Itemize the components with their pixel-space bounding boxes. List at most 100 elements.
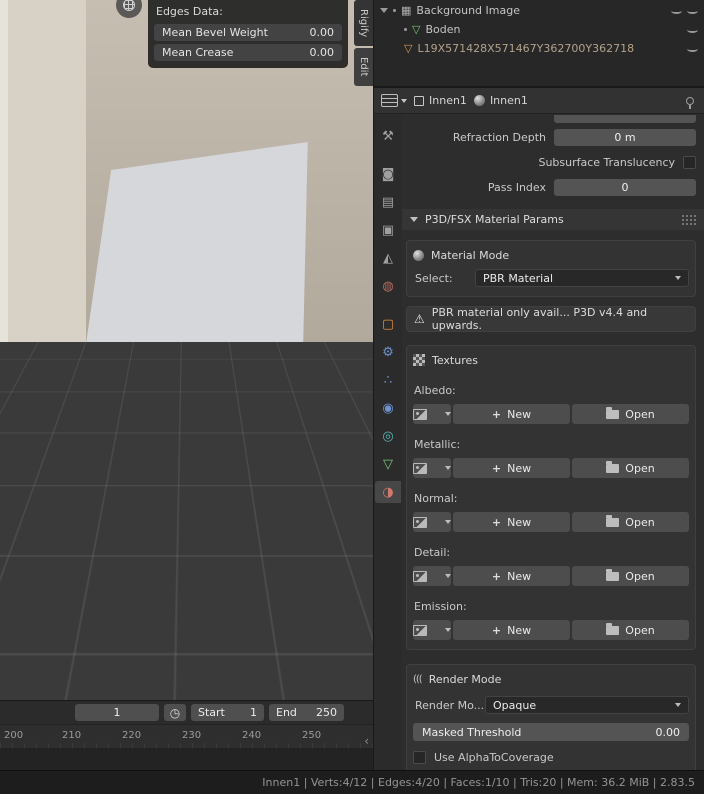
frame-start-field[interactable]: Start 1 xyxy=(191,704,264,721)
hide-in-viewport-icon[interactable] xyxy=(671,8,682,14)
normal-browse-button[interactable] xyxy=(413,512,451,532)
outliner-item-label[interactable]: Background Image xyxy=(416,4,520,17)
viewport-wall-edge xyxy=(0,0,8,342)
material-mode-header: Material Mode xyxy=(413,245,689,265)
alpha-to-coverage-checkbox[interactable] xyxy=(413,751,426,764)
tab-modifiers[interactable]: ⚙ xyxy=(375,341,401,363)
hide-in-viewport-icon[interactable] xyxy=(687,46,698,52)
tab-tool[interactable]: ⚒ xyxy=(375,125,401,147)
detail-new-button[interactable]: + New xyxy=(453,566,570,586)
detail-browse-button[interactable] xyxy=(413,566,451,586)
status-bar: Innen1 | Verts:4/12 | Edges:4/20 | Faces… xyxy=(0,770,704,794)
p3d-panel-header[interactable]: P3D/FSX Material Params xyxy=(402,209,704,230)
metallic-label: Metallic: xyxy=(414,438,461,451)
tab-scene[interactable]: ◭ xyxy=(375,247,401,269)
timeline-header: 1 ◷ Start 1 End 250 xyxy=(0,701,373,724)
timeline-track-area[interactable] xyxy=(0,748,373,770)
disclosure-triangle-icon[interactable] xyxy=(380,8,388,13)
masked-threshold-slider[interactable]: Masked Threshold 0.00 xyxy=(413,723,689,741)
collapse-region-icon[interactable]: ‹ xyxy=(364,734,369,748)
normal-open-button[interactable]: Open xyxy=(572,512,689,532)
breadcrumb-object[interactable]: Innen1 xyxy=(414,94,467,107)
folder-icon xyxy=(606,460,620,473)
outliner-item-label[interactable]: L19X571428X571467Y362700Y362718 xyxy=(417,42,634,55)
emission-browse-button[interactable] xyxy=(413,620,451,640)
outliner-row-boden[interactable]: ▽ Boden xyxy=(374,20,704,39)
editor-type-button[interactable] xyxy=(381,94,407,107)
timeline-ruler[interactable]: 200 210 220 230 240 250 xyxy=(0,724,373,748)
panel-grip-icon[interactable] xyxy=(681,214,696,225)
albedo-browse-button[interactable] xyxy=(413,404,451,424)
render-mode-box: ((( Render Mode Render Mo... Opaque Mask… xyxy=(406,664,696,770)
normal-new-button[interactable]: + New xyxy=(453,512,570,532)
render-mode-dropdown[interactable]: Opaque xyxy=(485,696,689,714)
new-button-label: New xyxy=(507,515,532,529)
mean-crease-field[interactable]: Mean Crease 0.00 xyxy=(154,44,342,61)
metallic-browse-button[interactable] xyxy=(413,458,451,478)
material-mode-dropdown[interactable]: PBR Material xyxy=(475,269,689,287)
tab-constraints[interactable]: ◎ xyxy=(375,425,401,447)
timeline-editor[interactable]: 1 ◷ Start 1 End 250 200 210 220 230 240 … xyxy=(0,700,373,770)
outliner[interactable]: ▦ Background Image ▽ Boden ▽ L19X571428X… xyxy=(374,0,704,88)
pass-index-row: Pass Index 0 xyxy=(406,179,696,196)
frame-end-label: End xyxy=(276,706,297,719)
frame-start-value: 1 xyxy=(250,706,257,719)
sidebar-tab-rigify[interactable]: Rigify xyxy=(354,0,373,47)
plus-icon: + xyxy=(491,623,502,637)
open-button-label: Open xyxy=(625,515,655,529)
selected-face[interactable] xyxy=(86,142,308,342)
breadcrumb-material[interactable]: Innen1 xyxy=(473,94,528,107)
emission-new-button[interactable]: + New xyxy=(453,620,570,640)
open-button-label: Open xyxy=(625,623,655,637)
tab-object[interactable]: ▢ xyxy=(375,313,401,335)
frame-end-field[interactable]: End 250 xyxy=(269,704,344,721)
p3d-panel-title: P3D/FSX Material Params xyxy=(425,213,564,226)
texture-checker-icon xyxy=(413,354,425,366)
mean-crease-label: Mean Crease xyxy=(162,46,234,59)
tab-output[interactable]: ▤ xyxy=(375,191,401,213)
current-frame-field[interactable]: 1 xyxy=(75,704,159,721)
tab-view-layer[interactable]: ▣ xyxy=(375,219,401,241)
image-icon xyxy=(413,624,427,636)
mean-bevel-weight-label: Mean Bevel Weight xyxy=(162,26,268,39)
tab-particles[interactable]: ∴ xyxy=(375,369,401,391)
subsurface-translucency-checkbox[interactable] xyxy=(683,156,696,169)
3d-viewport[interactable]: Edges Data: Mean Bevel Weight 0.00 Mean … xyxy=(0,0,373,700)
tab-world[interactable]: ◍ xyxy=(375,275,401,297)
partial-field[interactable] xyxy=(554,115,696,123)
albedo-new-button[interactable]: + New xyxy=(453,404,570,424)
hide-in-viewport-icon[interactable] xyxy=(687,27,698,33)
tab-material[interactable]: ◑ xyxy=(375,481,401,503)
tab-render[interactable]: ◙ xyxy=(375,163,401,185)
tab-object-data[interactable]: ▽ xyxy=(375,453,401,475)
metallic-new-button[interactable]: + New xyxy=(453,458,570,478)
mesh-data-icon: ▽ xyxy=(404,42,413,55)
pin-icon[interactable] xyxy=(686,96,694,109)
disable-in-renders-icon[interactable] xyxy=(687,8,698,14)
render-mode-icon: ((( xyxy=(413,673,423,685)
masked-threshold-value: 0.00 xyxy=(655,725,681,739)
pass-index-field[interactable]: 0 xyxy=(554,179,696,196)
outliner-row-l19[interactable]: ▽ L19X571428X571467Y362700Y362718 xyxy=(374,39,704,58)
tab-physics[interactable]: ◉ xyxy=(375,397,401,419)
refraction-depth-field[interactable]: 0 m xyxy=(554,129,696,146)
folder-icon xyxy=(606,406,620,419)
sidebar-tab-edit[interactable]: Edit xyxy=(354,48,373,86)
detail-open-button[interactable]: Open xyxy=(572,566,689,586)
outliner-item-label[interactable]: Boden xyxy=(425,23,460,36)
mean-bevel-weight-field[interactable]: Mean Bevel Weight 0.00 xyxy=(154,24,342,41)
editor-type-icon xyxy=(381,94,398,107)
outliner-row-background-image[interactable]: ▦ Background Image xyxy=(374,1,704,20)
albedo-open-button[interactable]: Open xyxy=(572,404,689,424)
open-button-label: Open xyxy=(625,461,655,475)
emission-open-button[interactable]: Open xyxy=(572,620,689,640)
new-button-label: New xyxy=(507,569,532,583)
current-frame-value: 1 xyxy=(113,706,121,719)
auto-keying-button[interactable]: ◷ xyxy=(164,704,186,721)
properties-content: Refraction Depth 0 m Subsurface Transluc… xyxy=(402,115,704,770)
chevron-down-icon xyxy=(445,574,451,578)
ruler-tick: 240 xyxy=(242,730,262,741)
folder-icon xyxy=(606,622,620,635)
metallic-open-button[interactable]: Open xyxy=(572,458,689,478)
ruler-tick: 200 xyxy=(4,730,24,741)
